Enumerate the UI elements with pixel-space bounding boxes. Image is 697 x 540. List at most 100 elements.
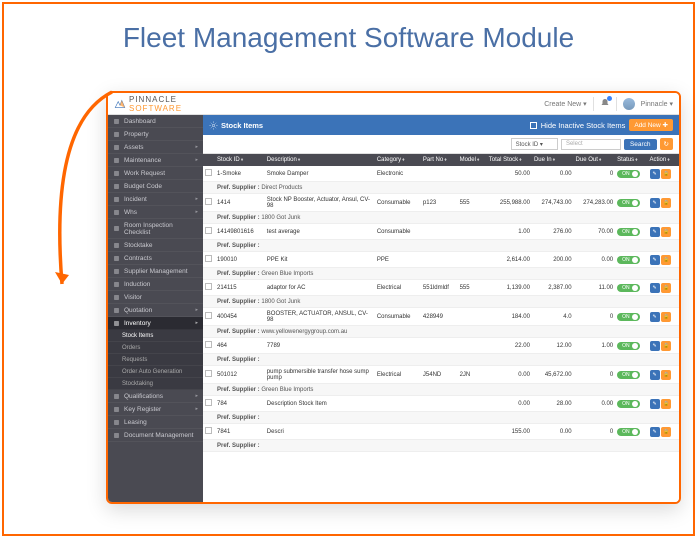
sidebar-item-qualifications[interactable]: Qualifications▸ xyxy=(108,390,203,403)
supplier-row: Pref. Supplier : xyxy=(203,240,679,252)
col-part-no[interactable]: Part No♦ xyxy=(421,154,458,166)
row-checkbox[interactable] xyxy=(205,370,212,377)
decorative-arrow xyxy=(34,84,124,324)
sidebar-item-key-register[interactable]: Key Register▸ xyxy=(108,403,203,416)
col-stock-id[interactable]: Stock ID♦ xyxy=(215,154,265,166)
lock-button[interactable]: 🔒 xyxy=(661,341,671,351)
sidebar-item-label: Visitor xyxy=(124,294,142,301)
col-due-in[interactable]: Due In♦ xyxy=(532,154,574,166)
edit-button[interactable]: ✎ xyxy=(650,227,660,237)
sidebar-item-label: Assets xyxy=(124,144,144,151)
status-toggle[interactable]: ON xyxy=(617,371,640,379)
refresh-button[interactable]: ↻ xyxy=(660,138,673,150)
status-toggle[interactable]: ON xyxy=(617,342,640,350)
col-description[interactable]: Description♦ xyxy=(265,154,375,166)
edit-button[interactable]: ✎ xyxy=(650,255,660,265)
table-row[interactable]: 214115adaptor for ACElectrical551ldmldf5… xyxy=(203,280,679,296)
edit-button[interactable]: ✎ xyxy=(650,427,660,437)
sidebar-item-leasing[interactable]: Leasing xyxy=(108,416,203,429)
search-button[interactable]: Search xyxy=(624,139,657,150)
edit-button[interactable]: ✎ xyxy=(650,341,660,351)
col-total-stock[interactable]: Total Stock♦ xyxy=(487,154,532,166)
notification-icon[interactable] xyxy=(600,98,610,110)
status-toggle[interactable]: ON xyxy=(617,313,640,321)
status-toggle[interactable]: ON xyxy=(617,228,640,236)
chevron-right-icon: ▸ xyxy=(195,307,198,313)
filter-field-select[interactable]: Stock ID ▾ xyxy=(511,138,558,150)
col-status[interactable]: Status♦ xyxy=(615,154,647,166)
panel-title: Stock Items xyxy=(221,121,263,130)
lock-button[interactable]: 🔒 xyxy=(661,312,671,322)
status-toggle[interactable]: ON xyxy=(617,199,640,207)
sidebar-item-document-management[interactable]: Document Management xyxy=(108,429,203,442)
sidebar-item-requests[interactable]: Requests xyxy=(108,354,203,366)
sidebar-item-stock-items[interactable]: Stock Items xyxy=(108,330,203,342)
status-toggle[interactable]: ON xyxy=(617,170,640,178)
table-row[interactable]: 464778922.0012.001.00ON✎ 🔒 xyxy=(203,338,679,354)
table-row[interactable]: 400454BOOSTER, ACTUATOR, ANSUL, CV-98Con… xyxy=(203,308,679,326)
row-checkbox[interactable] xyxy=(205,198,212,205)
supplier-row: Pref. Supplier : xyxy=(203,440,679,452)
col-action[interactable]: Action♦ xyxy=(648,154,679,166)
content: Stock Items Hide Inactive Stock Items Ad… xyxy=(203,115,679,502)
sidebar-item-orders[interactable]: Orders xyxy=(108,342,203,354)
row-checkbox[interactable] xyxy=(205,169,212,176)
row-checkbox[interactable] xyxy=(205,227,212,234)
edit-button[interactable]: ✎ xyxy=(650,169,660,179)
sidebar-item-label: Leasing xyxy=(124,419,147,426)
star-icon xyxy=(113,393,120,400)
edit-button[interactable]: ✎ xyxy=(650,399,660,409)
avatar[interactable] xyxy=(623,98,635,110)
status-toggle[interactable]: ON xyxy=(617,428,640,436)
lock-button[interactable]: 🔒 xyxy=(661,255,671,265)
brand-line2: SOFTWARE xyxy=(129,104,182,113)
row-checkbox[interactable] xyxy=(205,427,212,434)
sidebar-item-order-auto-generation[interactable]: Order Auto Generation xyxy=(108,366,203,378)
edit-button[interactable]: ✎ xyxy=(650,283,660,293)
lock-button[interactable]: 🔒 xyxy=(661,399,671,409)
supplier-row: Pref. Supplier : www.yellowenergygroup.c… xyxy=(203,326,679,338)
supplier-row: Pref. Supplier : Green Blue Imports xyxy=(203,268,679,280)
status-toggle[interactable]: ON xyxy=(617,256,640,264)
lock-button[interactable]: 🔒 xyxy=(661,283,671,293)
add-new-button[interactable]: Add New ✚ xyxy=(629,119,673,131)
table-row[interactable]: 14149801616test averageConsumable1.00276… xyxy=(203,224,679,240)
col-model[interactable]: Model♦ xyxy=(458,154,487,166)
chevron-right-icon: ▸ xyxy=(195,196,198,202)
create-new-link[interactable]: Create New ▾ xyxy=(544,100,586,108)
lock-button[interactable]: 🔒 xyxy=(661,427,671,437)
edit-button[interactable]: ✎ xyxy=(650,370,660,380)
lock-button[interactable]: 🔒 xyxy=(661,370,671,380)
status-toggle[interactable]: ON xyxy=(617,400,640,408)
table-row[interactable]: 1-SmokeSmoke DamperElectronic50.000.000O… xyxy=(203,166,679,182)
table-row[interactable]: 501012pump submersible transfer hose sum… xyxy=(203,366,679,384)
lock-button[interactable]: 🔒 xyxy=(661,198,671,208)
user-menu[interactable]: Pinnacle ▾ xyxy=(641,100,673,108)
filter-value-select[interactable]: Select xyxy=(561,139,621,150)
hide-inactive-checkbox[interactable] xyxy=(530,122,537,129)
row-checkbox[interactable] xyxy=(205,255,212,262)
lock-button[interactable]: 🔒 xyxy=(661,227,671,237)
col-category[interactable]: Category♦ xyxy=(375,154,421,166)
table-row[interactable]: 1414Stock NP Booster, Actuator, Ansul, C… xyxy=(203,194,679,212)
edit-button[interactable]: ✎ xyxy=(650,198,660,208)
sidebar-item-stocktaking[interactable]: Stocktaking xyxy=(108,378,203,390)
table-scroll[interactable]: Stock ID♦Description♦Category♦Part No♦Mo… xyxy=(203,154,679,502)
sidebar-item-label: Maintenance xyxy=(124,157,161,164)
chevron-right-icon: ▸ xyxy=(195,157,198,163)
row-checkbox[interactable] xyxy=(205,341,212,348)
sidebar-item-label: Stocktake xyxy=(124,242,153,249)
edit-button[interactable]: ✎ xyxy=(650,312,660,322)
brand-logo: PINNACLE SOFTWARE xyxy=(114,95,182,113)
col-due-out[interactable]: Due Out♦ xyxy=(574,154,616,166)
page-title: Fleet Management Software Module xyxy=(4,4,693,62)
lock-button[interactable]: 🔒 xyxy=(661,169,671,179)
table-row[interactable]: 784Description Stock Item0.0028.000.00ON… xyxy=(203,396,679,412)
table-row[interactable]: 7841Descri155.000.000ON✎ 🔒 xyxy=(203,424,679,440)
table-row[interactable]: 190010PPE KitPPE2,614.00200.000.00ON✎ 🔒 xyxy=(203,252,679,268)
row-checkbox[interactable] xyxy=(205,312,212,319)
row-checkbox[interactable] xyxy=(205,283,212,290)
status-toggle[interactable]: ON xyxy=(617,284,640,292)
row-checkbox[interactable] xyxy=(205,399,212,406)
sidebar-item-label: Document Management xyxy=(124,432,193,439)
